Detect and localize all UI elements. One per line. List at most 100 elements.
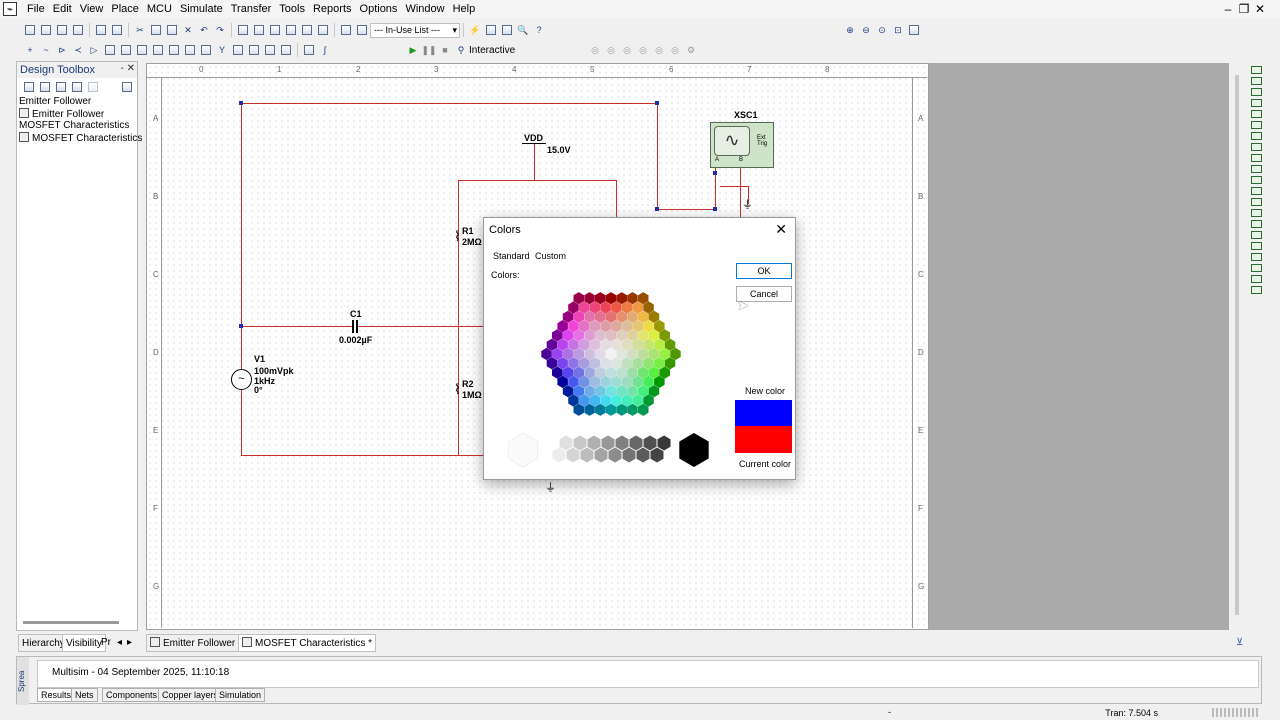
- gray-color-cell[interactable]: [636, 447, 650, 463]
- wire[interactable]: [534, 143, 535, 180]
- probe-differential-icon[interactable]: ◎: [636, 43, 650, 57]
- r1-label[interactable]: R1: [462, 226, 474, 236]
- tree-item[interactable]: Emitter Follower: [17, 96, 137, 108]
- word-generator-icon[interactable]: [1250, 143, 1262, 151]
- junction-node[interactable]: [713, 207, 717, 211]
- tab-copper-layers[interactable]: Copper layers: [158, 688, 223, 702]
- junction-node[interactable]: [239, 324, 243, 328]
- probe-voltage-icon[interactable]: ◎: [588, 43, 602, 57]
- database-icon[interactable]: [268, 23, 282, 37]
- menu-file[interactable]: File: [23, 0, 49, 18]
- wire[interactable]: [616, 180, 617, 217]
- cut-icon[interactable]: ✂: [133, 23, 147, 37]
- menu-edit[interactable]: Edit: [49, 0, 76, 18]
- black-color-cell[interactable]: [679, 433, 709, 467]
- dialog-close-icon[interactable]: ✕: [775, 221, 787, 238]
- place-source-icon[interactable]: +: [23, 43, 37, 57]
- v1-label[interactable]: V1: [254, 354, 265, 364]
- color-hexagon-picker[interactable]: [539, 292, 684, 417]
- v1-amplitude[interactable]: 100mVpk: [254, 366, 294, 376]
- junction-node[interactable]: [713, 171, 717, 175]
- probe-icon[interactable]: [302, 43, 316, 57]
- gray-color-cell[interactable]: [580, 447, 594, 463]
- toolbox-settings-icon[interactable]: [120, 80, 134, 94]
- tab-nets[interactable]: Nets: [71, 688, 98, 702]
- wattmeter-icon[interactable]: [1250, 88, 1262, 96]
- toolbox-open-icon[interactable]: [38, 80, 52, 94]
- distortion-analyzer-icon[interactable]: [1250, 187, 1262, 195]
- agilent-multimeter-icon[interactable]: [1250, 231, 1262, 239]
- wire[interactable]: [241, 455, 483, 456]
- gray-color-cell[interactable]: [615, 435, 629, 451]
- gray-color-cell[interactable]: [657, 435, 671, 451]
- save-icon[interactable]: [71, 23, 85, 37]
- copy-icon[interactable]: [149, 23, 163, 37]
- spreadsheet-view-icon[interactable]: [252, 23, 266, 37]
- grapher-icon[interactable]: [284, 23, 298, 37]
- tab-pin-icon[interactable]: ⊻: [1236, 637, 1243, 648]
- undo-icon[interactable]: ↶: [197, 23, 211, 37]
- oscilloscope-icon[interactable]: ∿ Ext Trig A B: [710, 122, 774, 168]
- place-misc-icon[interactable]: [199, 43, 213, 57]
- current-probe-icon[interactable]: [1250, 286, 1262, 294]
- toggle-grid-icon[interactable]: [236, 23, 250, 37]
- c1-value[interactable]: 0.002µF: [339, 335, 372, 345]
- ground-icon[interactable]: ⏚: [545, 483, 556, 494]
- tab-standard[interactable]: Standard: [493, 251, 530, 262]
- wire[interactable]: [241, 103, 242, 456]
- multimeter-icon[interactable]: [1250, 66, 1262, 74]
- open-icon[interactable]: [39, 23, 53, 37]
- menu-simulate[interactable]: Simulate: [176, 0, 227, 18]
- wire[interactable]: [657, 209, 715, 210]
- pause-icon[interactable]: ❚❚: [421, 43, 436, 57]
- gray-color-cell[interactable]: [643, 435, 657, 451]
- wire[interactable]: [740, 168, 741, 217]
- gray-color-cell[interactable]: [552, 447, 566, 463]
- description-box-icon[interactable]: [300, 23, 314, 37]
- frequency-counter-icon[interactable]: [1250, 132, 1262, 140]
- print-icon[interactable]: [94, 23, 108, 37]
- tektronix-scope-icon[interactable]: [1250, 253, 1262, 261]
- wire[interactable]: [458, 180, 616, 181]
- scrollbar-thumb[interactable]: [1235, 75, 1239, 615]
- menu-help[interactable]: Help: [449, 0, 480, 18]
- grayscale-picker[interactable]: [504, 432, 714, 468]
- gray-color-cell[interactable]: [566, 447, 580, 463]
- resize-grip-icon[interactable]: [1212, 708, 1258, 717]
- ac-source-icon[interactable]: ~: [231, 369, 252, 390]
- interactive-icon[interactable]: ⚲: [454, 43, 468, 57]
- white-color-cell[interactable]: [507, 432, 539, 468]
- spectrum-analyzer-icon[interactable]: [1250, 198, 1262, 206]
- print-preview-icon[interactable]: [110, 23, 124, 37]
- ni-elvis-icon[interactable]: [1250, 275, 1262, 283]
- iv-analyzer-icon[interactable]: [1250, 176, 1262, 184]
- gray-color-cell[interactable]: [608, 447, 622, 463]
- paste-icon[interactable]: [165, 23, 179, 37]
- full-screen-icon[interactable]: [907, 23, 921, 37]
- tree-item[interactable]: MOSFET Characteristics: [17, 132, 142, 144]
- r2-value[interactable]: 1MΩ: [462, 390, 482, 400]
- place-mcu-icon[interactable]: [247, 43, 261, 57]
- gray-color-cell[interactable]: [573, 435, 587, 451]
- place-diode-icon[interactable]: ⊳: [55, 43, 69, 57]
- ground-icon[interactable]: ⏚: [742, 200, 753, 211]
- v1-phase[interactable]: 0°: [254, 385, 263, 395]
- agilent-generator-icon[interactable]: [1250, 220, 1262, 228]
- zoom-out-icon[interactable]: ⊖: [859, 23, 873, 37]
- tab-project[interactable]: Pr: [98, 634, 114, 652]
- place-analog-icon[interactable]: ▷: [87, 43, 101, 57]
- menu-window[interactable]: Window: [401, 0, 448, 18]
- run-icon[interactable]: ▶: [406, 43, 420, 57]
- vdd-label[interactable]: VDD: [524, 133, 543, 143]
- erc-icon[interactable]: ⚡: [468, 23, 482, 37]
- close-icon[interactable]: ✕: [1252, 0, 1268, 18]
- capacitor-icon[interactable]: [352, 320, 358, 333]
- multisim-app-icon[interactable]: ⌁: [3, 2, 17, 16]
- tree-item[interactable]: MOSFET Characteristics: [17, 120, 137, 132]
- new-icon[interactable]: [23, 23, 37, 37]
- labview-icon[interactable]: [1250, 264, 1262, 272]
- toolbox-save-icon[interactable]: [54, 80, 68, 94]
- resistor-icon[interactable]: ⌇: [454, 229, 461, 243]
- component-wizard-icon[interactable]: [339, 23, 353, 37]
- panel-close-icon[interactable]: - ✕: [121, 63, 136, 74]
